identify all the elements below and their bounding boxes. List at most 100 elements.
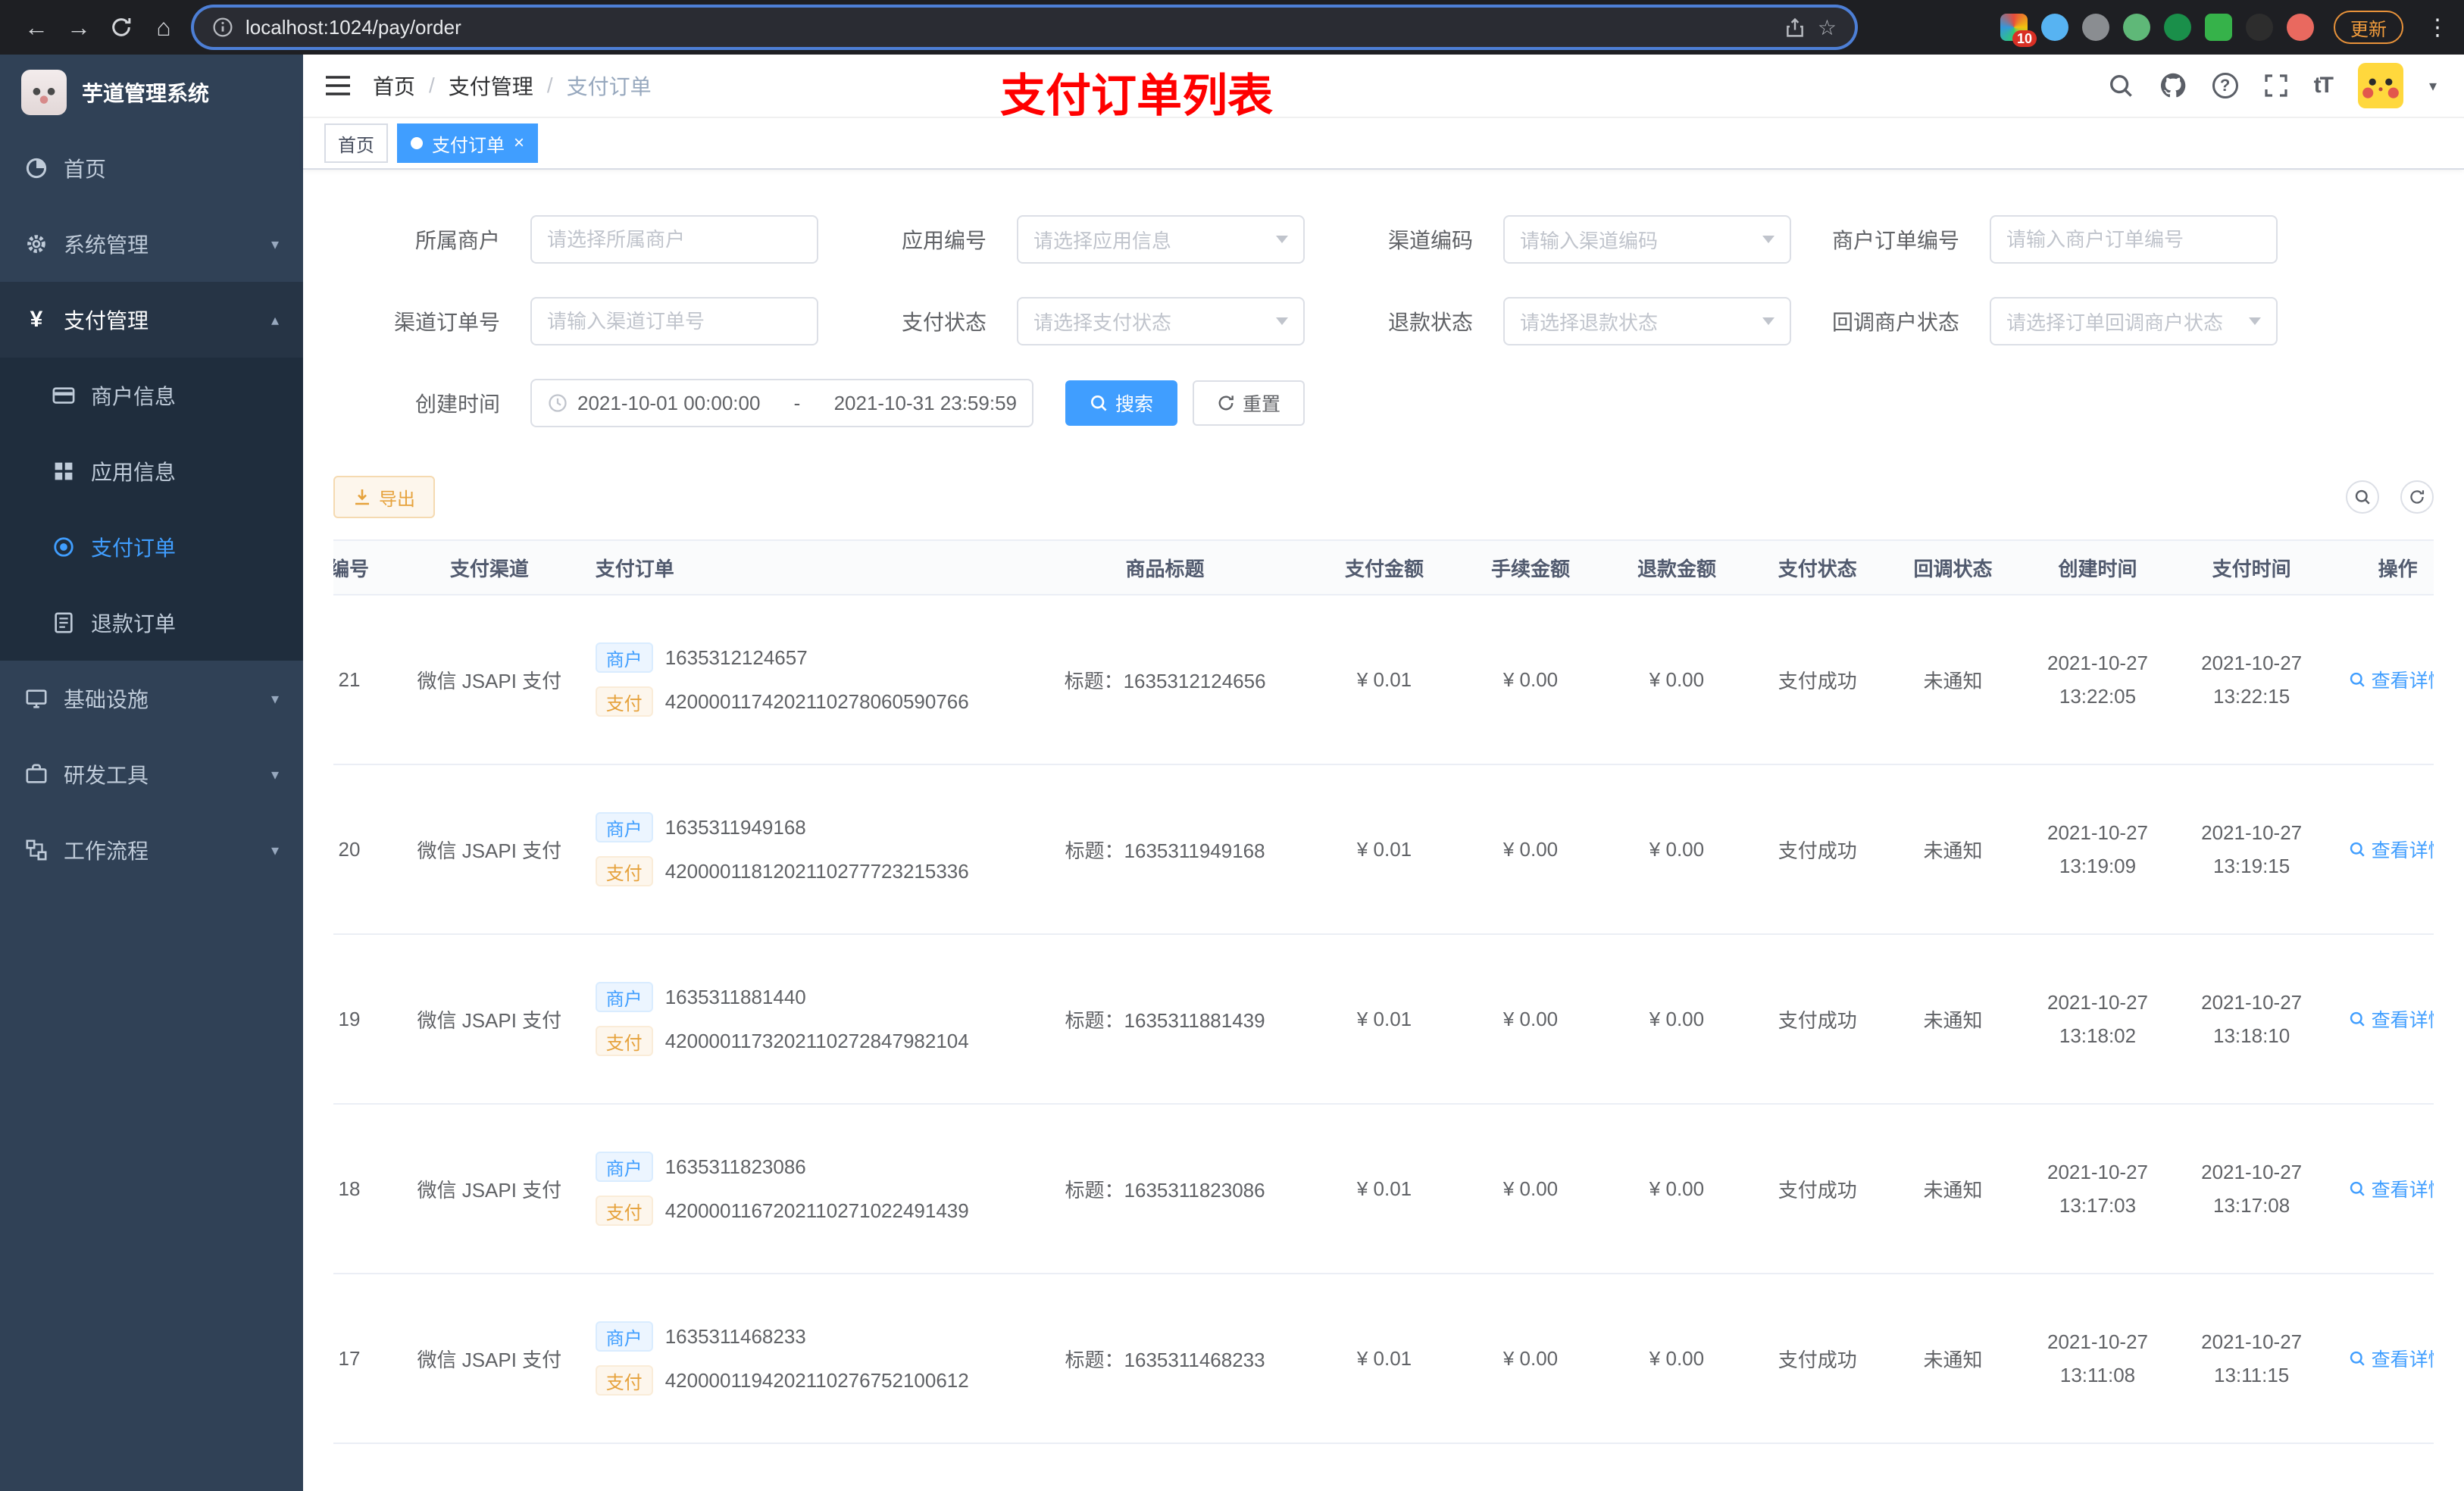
cell-title: 标题：1635311823086 [1018, 1104, 1312, 1274]
tab-pay-order[interactable]: 支付订单 × [397, 123, 539, 163]
cell-title: 标题：1635311468233 [1018, 1274, 1312, 1444]
table-row: 17 微信 JSAPI 支付 商户 1635311468233 支付 42000… [333, 1274, 2434, 1444]
cell-id: 21 [333, 595, 399, 765]
cell-pay-status: 支付成功 [1750, 1104, 1886, 1274]
cell-actions: 查看详情 [2328, 934, 2434, 1105]
sidebar-item-app-info[interactable]: 应用信息 [0, 433, 303, 509]
extension-icon[interactable] [2082, 14, 2109, 41]
extension-icon[interactable] [2205, 14, 2232, 41]
sidebar-logo[interactable]: 芋道管理系统 [0, 55, 303, 130]
page-content: 所属商户 应用编号 请选择应用信息 渠道编码 请输入渠道编码 商户订单编号 渠道… [303, 170, 2464, 1491]
browser-update-button[interactable]: 更新 [2334, 11, 2403, 44]
table-mini-buttons [2346, 480, 2434, 514]
refresh-table-button[interactable] [2400, 480, 2434, 514]
avatar-caret-icon[interactable]: ▾ [2429, 77, 2437, 95]
search-button[interactable]: 搜索 [1065, 380, 1178, 426]
sidebar-item-pay-order[interactable]: 支付订单 [0, 509, 303, 585]
cell-created-time: 2021-10-27 13:18:02 [2020, 934, 2175, 1105]
site-info-icon[interactable] [212, 17, 233, 38]
close-icon[interactable]: × [514, 134, 524, 152]
logo-avatar [21, 70, 67, 115]
sidebar-item-infrastructure[interactable]: 基础设施 ▾ [0, 661, 303, 736]
bookmark-star-icon[interactable]: ☆ [1818, 15, 1837, 40]
cell-pay-status: 支付成功 [1750, 1274, 1886, 1444]
col-notify-status: 回调状态 [1885, 539, 2021, 595]
browser-reload-button[interactable] [100, 6, 142, 48]
extension-icon[interactable] [2041, 14, 2068, 41]
view-detail-link[interactable]: 查看详情 [2349, 1345, 2434, 1372]
select-placeholder: 请选择支付状态 [1033, 311, 1172, 334]
cell-notify-status: 未通知 [1885, 1104, 2021, 1274]
date-range-picker[interactable]: 2021-10-01 00:00:00 - 2021-10-31 23:59:5… [530, 379, 1033, 427]
export-button[interactable]: 导出 [333, 476, 435, 518]
sidebar-item-refund-order[interactable]: 退款订单 [0, 585, 303, 661]
browser-menu-button[interactable]: ⋮ [2426, 14, 2449, 41]
extension-icon[interactable] [2246, 14, 2273, 41]
view-detail-link[interactable]: 查看详情 [2349, 1175, 2434, 1202]
refresh-icon [1218, 395, 1234, 411]
cell-title: 标题：1635311881439 [1018, 934, 1312, 1105]
orders-table: 编号 支付渠道 支付订单 商品标题 支付金额 手续金额 退款金额 支付状态 回调… [333, 539, 2434, 1491]
search-icon[interactable] [2108, 73, 2134, 98]
share-icon[interactable] [1784, 17, 1806, 38]
merchant-order-no: 1635311949168 [664, 815, 806, 839]
toolbox-icon [24, 762, 48, 786]
hamburger-menu-icon[interactable] [324, 73, 352, 98]
address-bar[interactable]: localhost:1024/pay/order ☆ [194, 8, 1855, 47]
cell-notify-status: 未通知 [1885, 1274, 2021, 1444]
profile-avatar-icon[interactable] [2287, 14, 2314, 41]
breadcrumb-home[interactable]: 首页 [373, 70, 415, 101]
cell-fee: ¥ 0.00 [1457, 934, 1604, 1105]
pay-tag: 支付 [595, 1196, 653, 1226]
cell-amount: ¥ 0.01 [1311, 764, 1458, 935]
browser-forward-button[interactable]: → [58, 6, 100, 48]
col-amount: 支付金额 [1311, 539, 1458, 595]
col-pay-order: 支付订单 [580, 539, 1019, 595]
sidebar-item-system[interactable]: 系统管理 ▾ [0, 206, 303, 282]
sidebar-item-payment[interactable]: ¥ 支付管理 ▴ [0, 282, 303, 358]
browser-back-button[interactable]: ← [15, 6, 58, 48]
filter-input[interactable] [530, 215, 818, 264]
pay-order-line: 支付 4200001167202110271022491439 [595, 1194, 1019, 1227]
filter-select[interactable]: 请选择退款状态 [1503, 297, 1791, 345]
cell-created-time: 2021-10-27 13:22:05 [2020, 595, 2175, 765]
tab-home[interactable]: 首页 [324, 123, 388, 163]
filter-input[interactable] [530, 297, 818, 345]
cell-fee: ¥ 0.00 [1457, 1274, 1604, 1444]
extension-icon[interactable] [2164, 14, 2191, 41]
cell-pay-order: 商户 1635311157186 支付 [580, 1443, 1019, 1491]
cell-paid-time: 2021-10-27 13:18:10 [2175, 934, 2329, 1105]
pay-order-no: 4200001173202110272847982104 [664, 1029, 969, 1052]
filter-input[interactable] [1990, 215, 2278, 264]
browser-home-button[interactable]: ⌂ [142, 6, 185, 48]
cell-channel: 微信 JSAPI 支付 [399, 764, 580, 935]
table-toolbar: 导出 [333, 476, 2434, 518]
table-row: 19 微信 JSAPI 支付 商户 1635311881440 支付 42000… [333, 934, 2434, 1105]
github-icon[interactable] [2159, 72, 2187, 99]
font-size-icon[interactable]: tT [2314, 73, 2334, 98]
extension-icon[interactable] [2123, 14, 2150, 41]
view-detail-link[interactable]: 查看详情 [2349, 666, 2434, 693]
breadcrumb-separator: / [546, 73, 553, 97]
view-detail-link[interactable]: 查看详情 [2349, 836, 2434, 863]
sidebar-item-merchant-info[interactable]: 商户信息 [0, 358, 303, 433]
fullscreen-icon[interactable] [2264, 73, 2288, 98]
view-detail-link[interactable]: 查看详情 [2349, 1005, 2434, 1033]
sidebar-item-label: 支付订单 [91, 536, 177, 560]
orders-table-wrap: 编号 支付渠道 支付订单 商品标题 支付金额 手续金额 退款金额 支付状态 回调… [333, 539, 2434, 1491]
filter-select[interactable]: 请选择支付状态 [1017, 297, 1305, 345]
reload-icon [112, 18, 131, 36]
reset-button[interactable]: 重置 [1193, 380, 1305, 426]
sidebar-item-dev-tools[interactable]: 研发工具 ▾ [0, 736, 303, 812]
sidebar-item-workflow[interactable]: 工作流程 ▾ [0, 812, 303, 888]
user-avatar[interactable] [2357, 63, 2403, 108]
filter-select[interactable]: 请输入渠道编码 [1503, 215, 1791, 264]
sidebar-item-home[interactable]: 首页 [0, 130, 303, 206]
toggle-search-button[interactable] [2346, 480, 2379, 514]
cell-channel: 微信 JSAPI 支付 [399, 595, 580, 765]
filter-select[interactable]: 请选择订单回调商户状态 [1990, 297, 2278, 345]
filter-select[interactable]: 请选择应用信息 [1017, 215, 1305, 264]
filter-label: 商户订单编号 [1831, 229, 1959, 252]
help-icon[interactable]: ? [2212, 73, 2238, 98]
extension-icon[interactable]: 10 [2000, 14, 2037, 47]
